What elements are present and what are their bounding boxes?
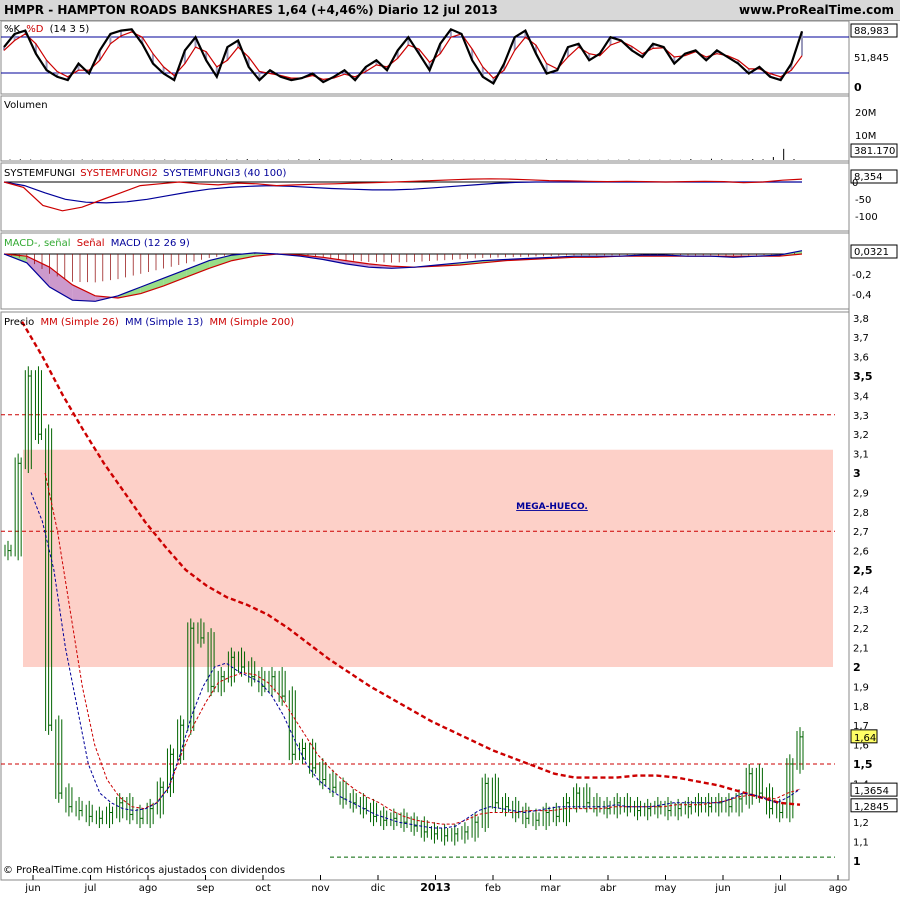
stochastic-k-value: 88,983 <box>854 26 889 37</box>
x-axis-label: 2013 <box>420 881 451 894</box>
last-price-value: 1,64 <box>854 733 876 744</box>
macd-last-value: 0,0321 <box>854 247 889 258</box>
price-axis-tick: 3,4 <box>853 391 869 402</box>
mm26-value: 1,3654 <box>854 786 889 797</box>
systemfungi-tick-minus100: -100 <box>855 212 878 223</box>
price-axis-tick: 3,3 <box>853 411 869 422</box>
macd-tick-minus04: -0,4 <box>852 290 872 301</box>
systemfungi-tick-minus50: -50 <box>855 195 871 206</box>
macd-legend: MACD-, señal Señal MACD (12 26 9) <box>4 238 190 249</box>
price-legend: Precio MM (Simple 26) MM (Simple 13) MM … <box>4 317 294 328</box>
stochastic-axis-zero: 0 <box>854 81 862 94</box>
volume-tick-10m: 10M <box>855 131 876 142</box>
x-axis-label: ago <box>139 883 158 894</box>
systemfungi-tick-0: 0 <box>852 178 858 189</box>
stochastic-d-value: 51,845 <box>854 53 889 64</box>
price-axis-tick: 2,2 <box>853 624 869 635</box>
price-axis-tick: 3,5 <box>853 370 873 383</box>
systemfungi-legend: SYSTEMFUNGI SYSTEMFUNGI2 SYSTEMFUNGI3 (4… <box>4 168 287 179</box>
x-axis-label: jul <box>84 883 97 894</box>
volume-tick-20m: 20M <box>855 108 876 119</box>
x-axis-label: may <box>655 883 677 894</box>
price-axis-tick: 3 <box>853 467 861 480</box>
price-axis-tick: 1,5 <box>853 758 873 771</box>
x-axis-label: abr <box>600 883 617 894</box>
price-axis-tick: 1,1 <box>853 838 869 849</box>
price-axis-tick: 2 <box>853 661 861 674</box>
x-axis-label: dic <box>371 883 386 894</box>
price-axis-tick: 1 <box>853 855 861 868</box>
x-axis-label: ago <box>829 883 848 894</box>
price-axis-tick: 2,8 <box>853 508 869 519</box>
x-axis-label: nov <box>311 883 329 894</box>
price-axis-tick: 1,2 <box>853 818 869 829</box>
x-axis-label: mar <box>541 883 562 894</box>
price-axis-tick: 3,7 <box>853 333 869 344</box>
price-axis-tick: 3,6 <box>853 353 869 364</box>
gap-zone-label: MEGA-HUECO. <box>516 502 588 512</box>
volume-panel-frame <box>0 95 850 162</box>
price-axis-tick: 2,5 <box>853 564 873 577</box>
volume-legend: Volumen <box>4 100 48 111</box>
price-axis-tick: 3,8 <box>853 314 869 325</box>
price-axis-tick: 1,9 <box>853 682 869 693</box>
price-axis-tick: 2,7 <box>853 527 869 538</box>
x-axis-label: jun <box>24 883 40 894</box>
x-axis-label: jul <box>774 883 787 894</box>
price-axis-tick: 1,8 <box>853 702 869 713</box>
macd-tick-minus02: -0,2 <box>852 270 872 281</box>
gap-zone <box>23 449 833 667</box>
volume-last-value: 381.170 <box>854 146 895 157</box>
price-axis-tick: 2,4 <box>853 585 869 596</box>
price-axis-tick: 2,9 <box>853 488 869 499</box>
x-axis-label: oct <box>255 883 271 894</box>
x-axis-label: jun <box>714 883 730 894</box>
price-axis-tick: 3,1 <box>853 450 869 461</box>
price-axis-tick: 2,3 <box>853 605 869 616</box>
chart-canvas[interactable]: %K %D (14 3 5) 88,983 51,845 0 Volumen 2… <box>0 0 900 900</box>
x-axis-label: feb <box>485 883 501 894</box>
mm200-value: 1,2845 <box>854 802 889 813</box>
footer-credit: © ProRealTime.com Históricos ajustados c… <box>3 865 286 876</box>
price-axis-tick: 2,1 <box>853 644 869 655</box>
price-axis-tick: 3,2 <box>853 430 869 441</box>
price-axis-tick: 2,6 <box>853 547 869 558</box>
x-axis-label: sep <box>197 883 215 894</box>
